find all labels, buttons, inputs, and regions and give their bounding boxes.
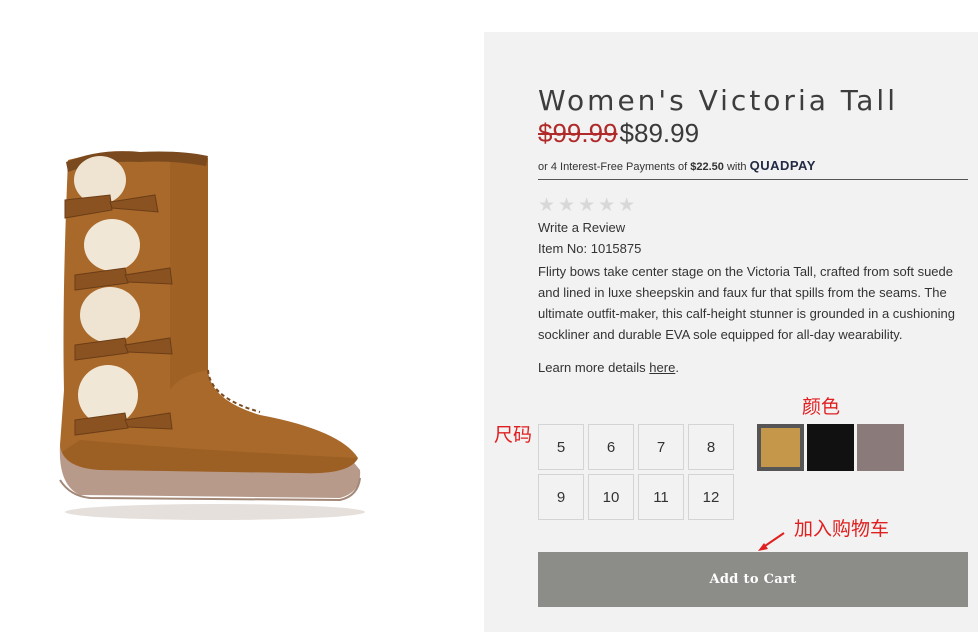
cart-annotation: 加入购物车 — [794, 518, 890, 540]
divider — [538, 179, 968, 180]
annotation-arrow-icon — [758, 532, 785, 551]
installment-info: or 4 Interest-Free Payments of $22.50 wi… — [538, 158, 816, 173]
installment-amount: $22.50 — [690, 161, 724, 173]
product-description: Flirty bows take center stage on the Vic… — [538, 264, 955, 342]
learn-more-link[interactable]: here — [649, 360, 675, 375]
item-number: Item No: 1015875 — [538, 241, 642, 256]
size-option-6[interactable]: 6 — [588, 424, 634, 470]
price-row: $99.99$89.99 — [538, 118, 699, 149]
rating-stars[interactable]: ★★★★★ — [538, 194, 638, 217]
learn-more-text: Learn more details — [538, 360, 646, 375]
original-price: $99.99 — [538, 118, 618, 148]
installment-with: with — [726, 161, 747, 173]
size-option-11[interactable]: 11 — [638, 474, 684, 520]
add-to-cart-button[interactable]: Add to Cart — [538, 552, 968, 607]
product-image[interactable] — [40, 140, 380, 530]
color-annotation: 颜色 — [802, 396, 841, 418]
sale-price: $89.99 — [619, 118, 700, 148]
size-option-9[interactable]: 9 — [538, 474, 584, 520]
product-image-area — [0, 0, 484, 632]
write-review-link[interactable]: Write a Review — [538, 220, 625, 235]
color-swatch-chestnut[interactable] — [757, 424, 804, 471]
size-option-5[interactable]: 5 — [538, 424, 584, 470]
color-swatch-black[interactable] — [807, 424, 854, 471]
size-option-7[interactable]: 7 — [638, 424, 684, 470]
learn-more: Learn more details here. — [538, 360, 679, 375]
quadpay-logo[interactable]: QUADPAY — [750, 158, 816, 173]
size-option-12[interactable]: 12 — [688, 474, 734, 520]
installment-prefix: or 4 Interest-Free Payments of — [538, 161, 688, 173]
product-title: Women's Victoria Tall — [538, 84, 898, 117]
size-option-8[interactable]: 8 — [688, 424, 734, 470]
size-annotation: 尺码 — [494, 424, 533, 446]
size-option-10[interactable]: 10 — [588, 474, 634, 520]
product-info-panel: Women's Victoria Tall $99.99$89.99 or 4 … — [484, 32, 978, 632]
learn-more-suffix: . — [675, 360, 679, 375]
color-swatch-gray[interactable] — [857, 424, 904, 471]
